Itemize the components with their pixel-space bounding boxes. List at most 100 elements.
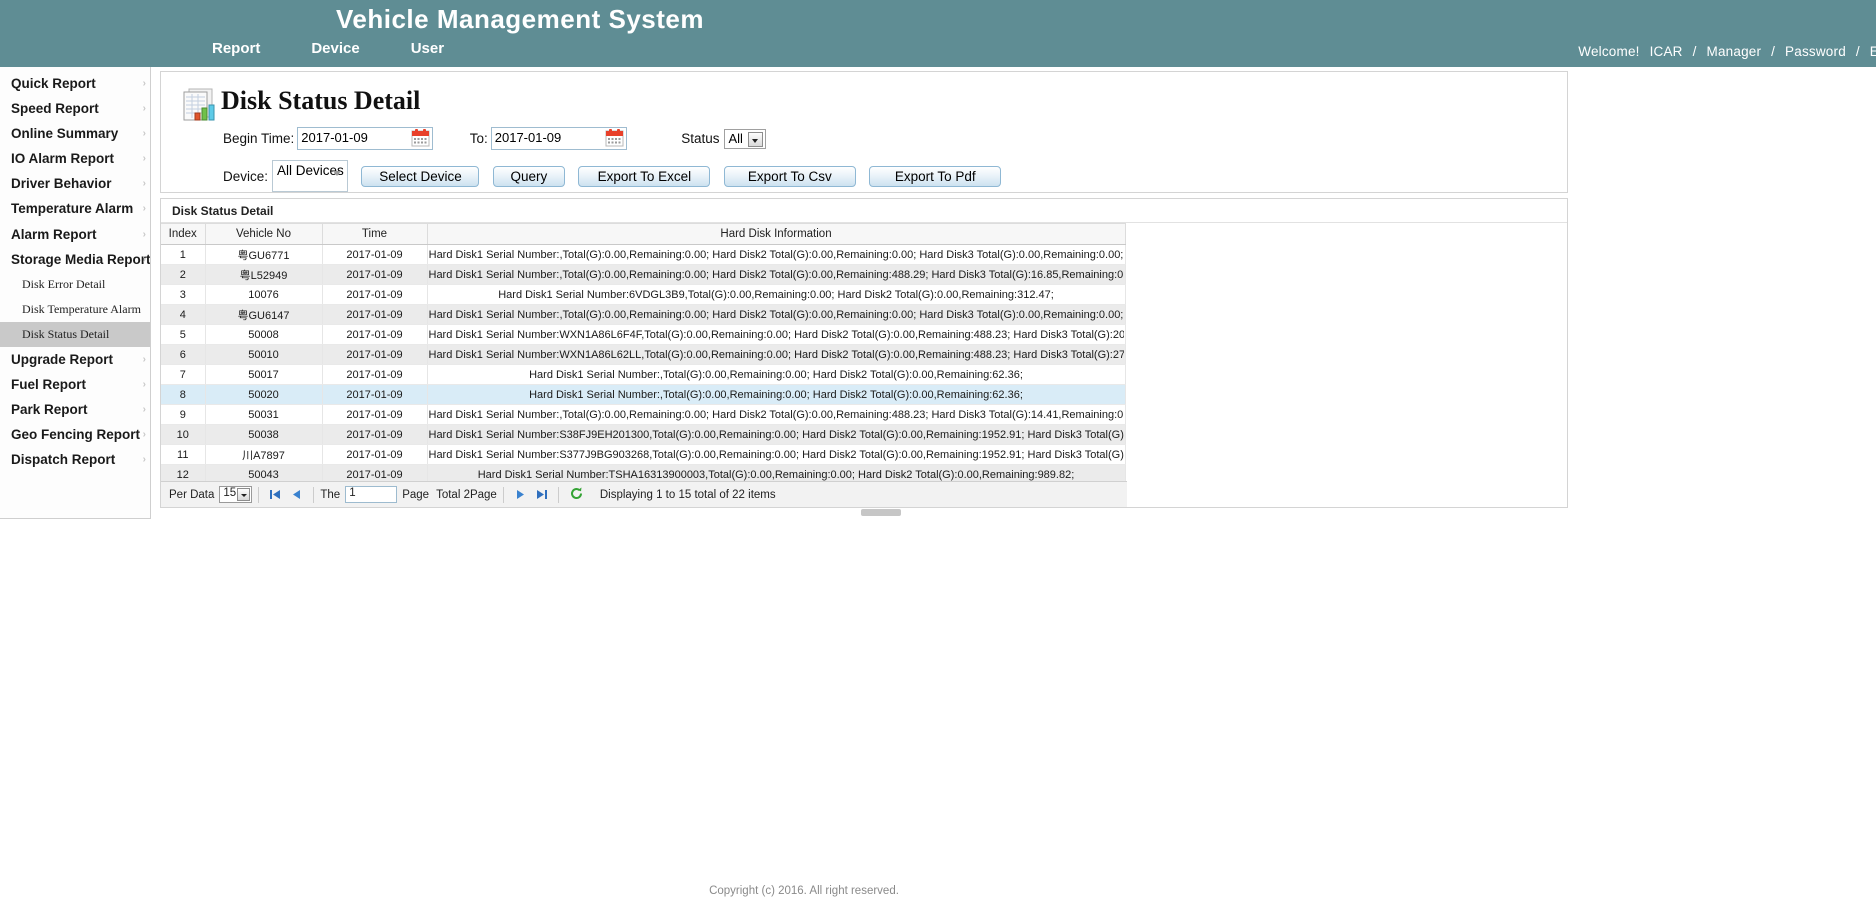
- sidebar-label: Storage Media Report: [11, 252, 150, 267]
- disk-status-table: Index Vehicle No Time Hard Disk Informat…: [161, 223, 1126, 505]
- filter-row-dates: Begin Time: 2017-01-09: [223, 127, 766, 153]
- chevron-right-icon: ›: [143, 422, 146, 447]
- sidebar-item-disk-error-detail[interactable]: Disk Error Detail: [0, 272, 150, 297]
- sidebar-label: Alarm Report: [11, 227, 97, 242]
- sidebar-item-disk-status-detail[interactable]: Disk Status Detail: [0, 322, 150, 347]
- cell-hard-disk-information: Hard Disk1 Serial Number:,Total(G):0.00,…: [427, 305, 1125, 325]
- table-row-selected[interactable]: 8 50020 2017-01-09 Hard Disk1 Serial Num…: [161, 385, 1125, 405]
- device-label: Device:: [223, 169, 268, 184]
- nav-item-report[interactable]: Report: [212, 40, 260, 57]
- filter-panel: Disk Status Detail Begin Time: 2017-01-0…: [160, 71, 1568, 193]
- logout-link-truncated[interactable]: E: [1870, 44, 1876, 59]
- sidebar-item-upgrade-report[interactable]: Upgrade Report ›: [0, 347, 150, 372]
- query-button[interactable]: Query: [493, 166, 565, 187]
- sidebar-item-alarm-report[interactable]: Alarm Report ›: [0, 222, 150, 247]
- begin-time-input[interactable]: 2017-01-09: [297, 127, 433, 150]
- divider: [258, 487, 259, 503]
- table-row[interactable]: 9 50031 2017-01-09 Hard Disk1 Serial Num…: [161, 405, 1125, 425]
- sidebar-item-online-summary[interactable]: Online Summary ›: [0, 121, 150, 146]
- cell-hard-disk-information: Hard Disk1 Serial Number:,Total(G):0.00,…: [427, 405, 1125, 425]
- divider: [558, 487, 559, 503]
- table-row[interactable]: 4 粤GU6147 2017-01-09 Hard Disk1 Serial N…: [161, 305, 1125, 325]
- sidebar-label: Temperature Alarm: [11, 201, 133, 216]
- cell-hard-disk-information: Hard Disk1 Serial Number:,Total(G):0.00,…: [427, 245, 1125, 265]
- sidebar-item-io-alarm-report[interactable]: IO Alarm Report ›: [0, 146, 150, 171]
- sidebar-label: Quick Report: [11, 76, 96, 91]
- cell-index: 4: [161, 305, 205, 325]
- chevron-right-icon: ›: [143, 347, 146, 372]
- cell-vehicle-no: 50010: [205, 345, 322, 365]
- table-header-row: Index Vehicle No Time Hard Disk Informat…: [161, 224, 1125, 245]
- horizontal-scrollbar[interactable]: [861, 509, 901, 516]
- cell-vehicle-no: 50031: [205, 405, 322, 425]
- sidebar-item-speed-report[interactable]: Speed Report ›: [0, 96, 150, 121]
- table-row[interactable]: 6 50010 2017-01-09 Hard Disk1 Serial Num…: [161, 345, 1125, 365]
- status-value: All: [729, 131, 743, 146]
- sidebar-label: Speed Report: [11, 101, 99, 116]
- password-link[interactable]: Password: [1785, 44, 1846, 59]
- cell-vehicle-no: 50038: [205, 425, 322, 445]
- sidebar-item-driver-behavior[interactable]: Driver Behavior ›: [0, 171, 150, 196]
- column-header-hard-disk-information[interactable]: Hard Disk Information: [427, 224, 1125, 245]
- next-page-icon[interactable]: [513, 487, 528, 502]
- sidebar-item-geo-fencing-report[interactable]: Geo Fencing Report ›: [0, 422, 150, 447]
- table-row[interactable]: 1 粤GU6771 2017-01-09 Hard Disk1 Serial N…: [161, 245, 1125, 265]
- column-header-time[interactable]: Time: [322, 224, 427, 245]
- table-row[interactable]: 2 粤L52949 2017-01-09 Hard Disk1 Serial N…: [161, 265, 1125, 285]
- refresh-icon[interactable]: [569, 486, 584, 504]
- column-header-vehicle-no[interactable]: Vehicle No: [205, 224, 322, 245]
- table-row[interactable]: 7 50017 2017-01-09 Hard Disk1 Serial Num…: [161, 365, 1125, 385]
- user-role: Manager: [1707, 44, 1762, 59]
- nav-item-user[interactable]: User: [411, 40, 444, 57]
- first-page-icon[interactable]: [268, 487, 283, 502]
- export-to-pdf-button[interactable]: Export To Pdf: [869, 166, 1001, 187]
- sidebar-item-dispatch-report[interactable]: Dispatch Report ›: [0, 447, 150, 472]
- sidebar-item-fuel-report[interactable]: Fuel Report ›: [0, 372, 150, 397]
- to-time-input[interactable]: 2017-01-09: [491, 127, 627, 150]
- cell-index: 7: [161, 365, 205, 385]
- sidebar-item-disk-temperature-alarm[interactable]: Disk Temperature Alarm: [0, 297, 150, 322]
- sidebar-label: Dispatch Report: [11, 452, 115, 467]
- export-to-excel-button[interactable]: Export To Excel: [578, 166, 710, 187]
- column-header-index[interactable]: Index: [161, 224, 205, 245]
- per-data-select[interactable]: 15: [219, 486, 252, 503]
- cell-time: 2017-01-09: [322, 425, 427, 445]
- device-select[interactable]: All Devices: [272, 160, 348, 192]
- cell-hard-disk-information: Hard Disk1 Serial Number:,Total(G):0.00,…: [427, 365, 1125, 385]
- sidebar-label: Driver Behavior: [11, 176, 112, 191]
- table-row[interactable]: 10 50038 2017-01-09 Hard Disk1 Serial Nu…: [161, 425, 1125, 445]
- separator-1: /: [1693, 44, 1697, 59]
- main-content: Disk Status Detail Begin Time: 2017-01-0…: [160, 71, 1876, 671]
- table-row[interactable]: 11 川A7897 2017-01-09 Hard Disk1 Serial N…: [161, 445, 1125, 465]
- table-row[interactable]: 3 10076 2017-01-09 Hard Disk1 Serial Num…: [161, 285, 1125, 305]
- cell-vehicle-no: 粤L52949: [205, 265, 322, 285]
- chevron-right-icon: ›: [143, 222, 146, 247]
- calendar-icon[interactable]: [410, 128, 431, 149]
- cell-hard-disk-information: Hard Disk1 Serial Number:,Total(G):0.00,…: [427, 265, 1125, 285]
- sidebar-item-quick-report[interactable]: Quick Report ›: [0, 71, 150, 96]
- status-label: Status: [681, 131, 719, 146]
- nav-item-device[interactable]: Device: [311, 40, 359, 57]
- chevron-right-icon: ›: [143, 196, 146, 221]
- last-page-icon[interactable]: [534, 487, 549, 502]
- sidebar-label: Geo Fencing Report: [11, 427, 140, 442]
- per-data-label: Per Data: [169, 489, 214, 501]
- sidebar-item-park-report[interactable]: Park Report ›: [0, 397, 150, 422]
- welcome-text: Welcome!: [1578, 44, 1639, 59]
- cell-hard-disk-information: Hard Disk1 Serial Number:S377J9BG903268,…: [427, 445, 1125, 465]
- page-title: Disk Status Detail: [221, 86, 420, 116]
- chevron-down-icon[interactable]: [333, 171, 341, 176]
- cell-index: 3: [161, 285, 205, 305]
- chevron-down-icon[interactable]: [748, 132, 763, 147]
- select-device-button[interactable]: Select Device: [361, 166, 479, 187]
- page-number-input[interactable]: 1: [345, 486, 397, 503]
- report-spreadsheet-icon: [181, 87, 217, 125]
- export-to-csv-button[interactable]: Export To Csv: [724, 166, 856, 187]
- status-select[interactable]: All: [724, 129, 766, 149]
- sidebar-item-temperature-alarm[interactable]: Temperature Alarm ›: [0, 196, 150, 221]
- table-row[interactable]: 5 50008 2017-01-09 Hard Disk1 Serial Num…: [161, 325, 1125, 345]
- chevron-down-icon[interactable]: [237, 488, 250, 501]
- calendar-icon[interactable]: [604, 128, 625, 149]
- sidebar-item-storage-media-report[interactable]: Storage Media Report ›: [0, 247, 150, 272]
- previous-page-icon[interactable]: [289, 487, 304, 502]
